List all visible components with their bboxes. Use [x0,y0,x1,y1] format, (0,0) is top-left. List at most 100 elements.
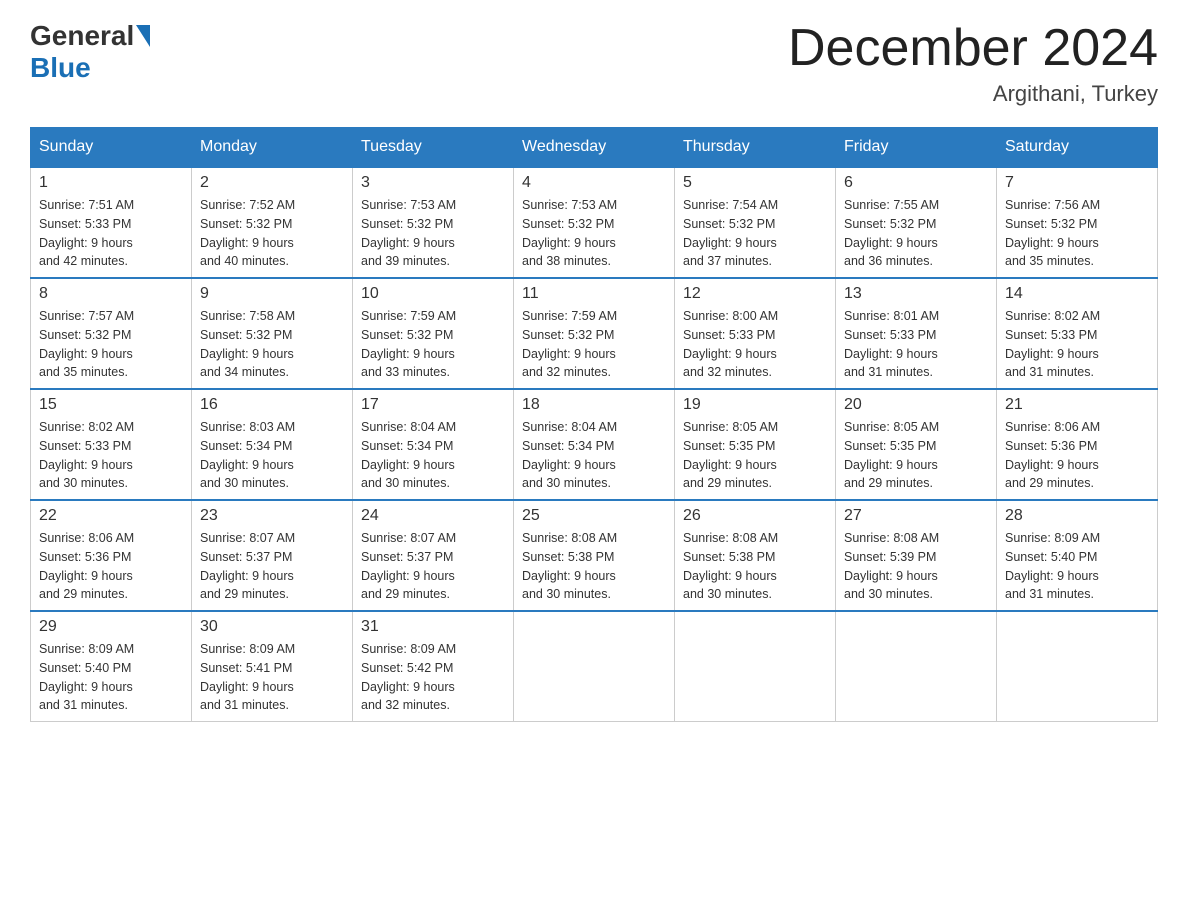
day-info: Sunrise: 7:53 AMSunset: 5:32 PMDaylight:… [361,196,505,271]
logo-triangle-icon [136,25,150,47]
calendar-table: SundayMondayTuesdayWednesdayThursdayFrid… [30,127,1158,722]
calendar-cell: 2 Sunrise: 7:52 AMSunset: 5:32 PMDaylight… [192,167,353,278]
calendar-cell: 4 Sunrise: 7:53 AMSunset: 5:32 PMDaylight… [514,167,675,278]
day-info: Sunrise: 7:56 AMSunset: 5:32 PMDaylight:… [1005,196,1149,271]
weekday-header-sunday: Sunday [31,128,192,168]
calendar-cell: 16 Sunrise: 8:03 AMSunset: 5:34 PMDayligh… [192,389,353,500]
day-info: Sunrise: 7:55 AMSunset: 5:32 PMDaylight:… [844,196,988,271]
calendar-cell: 13Sunrise: 8:01 AMSunset: 5:33 PMDayligh… [836,278,997,389]
calendar-cell: 26 Sunrise: 8:08 AMSunset: 5:38 PMDayligh… [675,500,836,611]
week-row-3: 15Sunrise: 8:02 AMSunset: 5:33 PMDayligh… [31,389,1158,500]
day-number: 11 [522,285,666,303]
day-info: Sunrise: 8:03 AMSunset: 5:34 PMDaylight:… [200,418,344,493]
day-number: 2 [200,174,344,192]
day-number: 7 [1005,174,1149,192]
day-info: Sunrise: 8:06 AMSunset: 5:36 PMDaylight:… [1005,418,1149,493]
day-info: Sunrise: 8:09 AMSunset: 5:42 PMDaylight:… [361,640,505,715]
day-number: 18 [522,396,666,414]
day-number: 24 [361,507,505,525]
calendar-cell: 3 Sunrise: 7:53 AMSunset: 5:32 PMDaylight… [353,167,514,278]
week-row-1: 1Sunrise: 7:51 AMSunset: 5:33 PMDaylight… [31,167,1158,278]
day-info: Sunrise: 8:04 AMSunset: 5:34 PMDaylight:… [361,418,505,493]
weekday-header-tuesday: Tuesday [353,128,514,168]
calendar-cell: 11 Sunrise: 7:59 AMSunset: 5:32 PMDayligh… [514,278,675,389]
calendar-cell: 17 Sunrise: 8:04 AMSunset: 5:34 PMDayligh… [353,389,514,500]
day-info: Sunrise: 7:59 AMSunset: 5:32 PMDaylight:… [361,307,505,382]
day-number: 27 [844,507,988,525]
day-number: 14 [1005,285,1149,303]
calendar-cell: 29 Sunrise: 8:09 AMSunset: 5:40 PMDayligh… [31,611,192,722]
calendar-cell: 15Sunrise: 8:02 AMSunset: 5:33 PMDayligh… [31,389,192,500]
day-number: 22 [39,507,183,525]
weekday-header-friday: Friday [836,128,997,168]
month-title: December 2024 [788,20,1158,77]
logo-blue-text: Blue [30,52,91,83]
day-number: 9 [200,285,344,303]
day-info: Sunrise: 8:08 AMSunset: 5:38 PMDaylight:… [683,529,827,604]
calendar-cell: 25 Sunrise: 8:08 AMSunset: 5:38 PMDayligh… [514,500,675,611]
weekday-header-monday: Monday [192,128,353,168]
day-info: Sunrise: 8:08 AMSunset: 5:38 PMDaylight:… [522,529,666,604]
day-info: Sunrise: 8:09 AMSunset: 5:40 PMDaylight:… [39,640,183,715]
weekday-header-saturday: Saturday [997,128,1158,168]
calendar-cell: 12 Sunrise: 8:00 AMSunset: 5:33 PMDayligh… [675,278,836,389]
calendar-cell: 30 Sunrise: 8:09 AMSunset: 5:41 PMDayligh… [192,611,353,722]
weekday-header-wednesday: Wednesday [514,128,675,168]
calendar-cell: 19 Sunrise: 8:05 AMSunset: 5:35 PMDayligh… [675,389,836,500]
weekday-header-row: SundayMondayTuesdayWednesdayThursdayFrid… [31,128,1158,168]
week-row-2: 8 Sunrise: 7:57 AMSunset: 5:32 PMDaylight… [31,278,1158,389]
day-number: 17 [361,396,505,414]
week-row-4: 22Sunrise: 8:06 AMSunset: 5:36 PMDayligh… [31,500,1158,611]
calendar-cell: 24 Sunrise: 8:07 AMSunset: 5:37 PMDayligh… [353,500,514,611]
calendar-cell: 5Sunrise: 7:54 AMSunset: 5:32 PMDaylight… [675,167,836,278]
day-info: Sunrise: 8:02 AMSunset: 5:33 PMDaylight:… [1005,307,1149,382]
day-number: 19 [683,396,827,414]
day-info: Sunrise: 7:57 AMSunset: 5:32 PMDaylight:… [39,307,183,382]
day-number: 26 [683,507,827,525]
day-number: 29 [39,618,183,636]
day-info: Sunrise: 7:52 AMSunset: 5:32 PMDaylight:… [200,196,344,271]
day-number: 3 [361,174,505,192]
day-info: Sunrise: 8:05 AMSunset: 5:35 PMDaylight:… [683,418,827,493]
calendar-cell: 23Sunrise: 8:07 AMSunset: 5:37 PMDayligh… [192,500,353,611]
calendar-cell [836,611,997,722]
day-info: Sunrise: 7:58 AMSunset: 5:32 PMDaylight:… [200,307,344,382]
day-number: 25 [522,507,666,525]
day-info: Sunrise: 7:53 AMSunset: 5:32 PMDaylight:… [522,196,666,271]
logo: General Blue [30,20,152,84]
day-number: 10 [361,285,505,303]
calendar-cell [675,611,836,722]
week-row-5: 29 Sunrise: 8:09 AMSunset: 5:40 PMDayligh… [31,611,1158,722]
day-number: 1 [39,174,183,192]
day-number: 21 [1005,396,1149,414]
day-number: 28 [1005,507,1149,525]
page-header: General Blue December 2024 Argithani, Tu… [30,20,1158,107]
calendar-cell: 10 Sunrise: 7:59 AMSunset: 5:32 PMDayligh… [353,278,514,389]
calendar-cell: 18Sunrise: 8:04 AMSunset: 5:34 PMDayligh… [514,389,675,500]
day-info: Sunrise: 8:07 AMSunset: 5:37 PMDaylight:… [361,529,505,604]
day-info: Sunrise: 7:59 AMSunset: 5:32 PMDaylight:… [522,307,666,382]
day-number: 13 [844,285,988,303]
day-number: 4 [522,174,666,192]
calendar-cell: 21 Sunrise: 8:06 AMSunset: 5:36 PMDayligh… [997,389,1158,500]
day-number: 23 [200,507,344,525]
day-info: Sunrise: 8:00 AMSunset: 5:33 PMDaylight:… [683,307,827,382]
calendar-cell: 31 Sunrise: 8:09 AMSunset: 5:42 PMDayligh… [353,611,514,722]
day-info: Sunrise: 8:08 AMSunset: 5:39 PMDaylight:… [844,529,988,604]
calendar-cell: 20Sunrise: 8:05 AMSunset: 5:35 PMDayligh… [836,389,997,500]
day-number: 16 [200,396,344,414]
calendar-cell: 14 Sunrise: 8:02 AMSunset: 5:33 PMDayligh… [997,278,1158,389]
day-info: Sunrise: 8:09 AMSunset: 5:41 PMDaylight:… [200,640,344,715]
day-number: 31 [361,618,505,636]
calendar-cell: 7 Sunrise: 7:56 AMSunset: 5:32 PMDaylight… [997,167,1158,278]
location-label: Argithani, Turkey [788,81,1158,107]
weekday-header-thursday: Thursday [675,128,836,168]
day-number: 30 [200,618,344,636]
day-number: 6 [844,174,988,192]
day-number: 12 [683,285,827,303]
day-info: Sunrise: 7:54 AMSunset: 5:32 PMDaylight:… [683,196,827,271]
logo-general-text: General [30,20,134,52]
calendar-cell [514,611,675,722]
calendar-cell: 27 Sunrise: 8:08 AMSunset: 5:39 PMDayligh… [836,500,997,611]
day-number: 8 [39,285,183,303]
